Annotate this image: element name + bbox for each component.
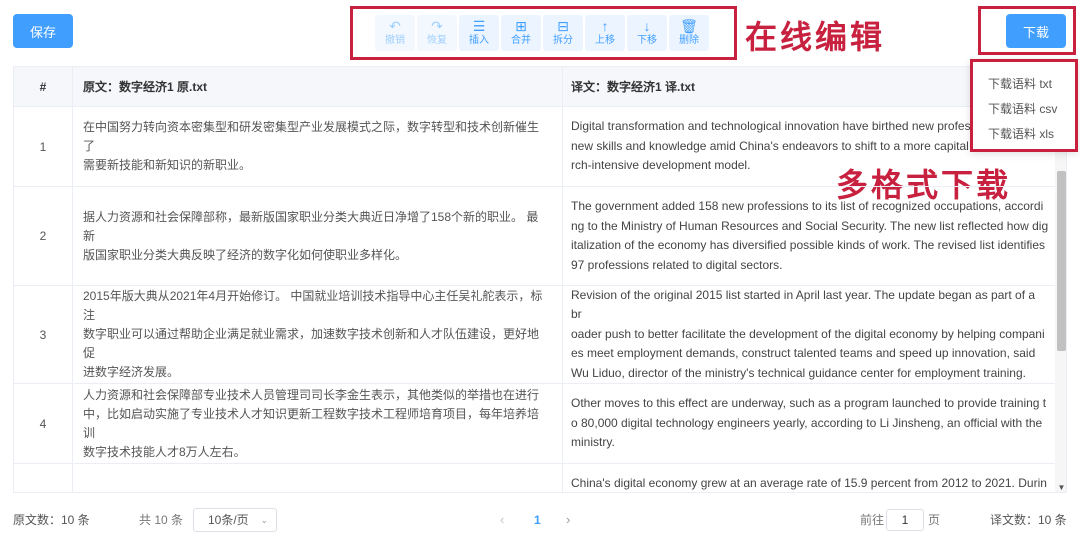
target-text-line: italization of the economy has diversifi… — [571, 238, 1046, 252]
target-text-line: ministry. — [571, 435, 615, 450]
online-edit-callout: 在线编辑 — [745, 19, 886, 55]
arrow-up-icon: ↑ — [601, 18, 609, 34]
target-text-line: rch-intensive development model. — [571, 158, 751, 173]
source-text-line: 数字职业可以通过帮助企业满足就业需求，加速数字技术创新和人才队伍建设，更好地促 — [83, 327, 540, 360]
source-text-line: 进数字经济发展。 — [83, 365, 180, 379]
redo-button[interactable]: ↷ 恢复 — [417, 15, 457, 51]
row-index: 1 — [14, 107, 73, 186]
row-index: 2 — [14, 187, 73, 285]
goto-suffix: 页 — [928, 513, 941, 527]
merge-button[interactable]: ⊞ 合并 — [501, 15, 541, 51]
target-text-line: 97 professions related to digital sector… — [571, 257, 783, 272]
target-text-line: The government added 158 new professions… — [571, 199, 1044, 213]
tool-label: 恢复 — [427, 35, 447, 46]
target-count: 译文数：10 条 — [990, 513, 1067, 527]
download-button[interactable]: 下载 — [1006, 14, 1066, 48]
source-cell[interactable]: 据人力资源和社会保障部称，最新版国家职业分类大典近日净增了158个新的职业。 最… — [73, 187, 563, 285]
tool-label: 上移 — [595, 35, 615, 46]
target-text-line: Other moves to this effect are underway,… — [571, 396, 1047, 411]
target-text-line: new skills and knowledge amid China's en… — [571, 138, 979, 153]
tool-label: 插入 — [469, 35, 489, 46]
target-text-line: Digital transformation and technological… — [571, 119, 977, 134]
tool-label: 合并 — [511, 35, 531, 46]
target-text-line: o 80,000 digital technology engineers ye… — [571, 415, 1043, 430]
prev-page-button[interactable]: ‹ — [500, 505, 504, 535]
target-text-line: es meet employment demands, construct ta… — [571, 346, 1036, 361]
undo-icon: ↶ — [389, 18, 401, 34]
page-size-select[interactable]: 10条/页 ⌄ — [193, 508, 277, 532]
goto-label: 前往 — [860, 513, 885, 527]
table-scrollbar[interactable]: ▼ — [1055, 107, 1066, 492]
merge-icon: ⊞ — [515, 18, 527, 34]
source-text-line: 在中国努力转向资本密集型和研发密集型产业发展模式之际，数字转型和技术创新催生了 — [83, 120, 540, 153]
tool-label: 删除 — [679, 35, 699, 46]
source-count: 原文数：10 条 — [13, 513, 90, 527]
edit-toolbar: ↶ 撤销 ↷ 恢复 ☰ 插入 ⊞ 合并 ⊟ 拆分 ↑ 上移 ↓ 下移 🗑 删除 — [350, 6, 737, 60]
trash-button[interactable]: 🗑 删除 — [669, 15, 709, 51]
table-row[interactable]: 4 人力资源和社会保障部专业技术人员管理司司长李金生表示，其他类似的举措也在进行中… — [14, 384, 1055, 464]
download-csv-option[interactable]: 下载语料 csv — [973, 97, 1075, 122]
page-number-1[interactable]: 1 — [534, 505, 541, 535]
tool-label: 下移 — [637, 35, 657, 46]
table-footer: 原文数：10 条 共 10 条 10条/页 ⌄ ‹ 1 › 前往 1 页 译文数… — [0, 505, 1080, 535]
source-text-line: 版国家职业分类大典反映了经济的数字化如何使职业多样化。 — [83, 247, 408, 262]
edit-tool-group: ↶ 撤销 ↷ 恢复 ☰ 插入 ⊞ 合并 ⊟ 拆分 ↑ 上移 ↓ 下移 🗑 删除 — [375, 15, 709, 51]
alignment-table: # 原文：数字经济1 原.txt 译文：数字经济1 译.txt 1 在中国努力转向… — [13, 66, 1067, 493]
download-dropdown: 下载语料 txt 下载语料 csv 下载语料 xls — [970, 59, 1078, 152]
source-cell[interactable]: 在中国努力转向资本密集型和研发密集型产业发展模式之际，数字转型和技术创新催生了需… — [73, 107, 563, 186]
insert-button[interactable]: ☰ 插入 — [459, 15, 499, 51]
page-size-value: 10条/页 — [208, 513, 249, 527]
source-text-line: 数字技术技能人才8万人左右。 — [83, 444, 246, 459]
source-cell[interactable]: 2015年版大典从2021年4月开始修订。 中国就业培训技术指导中心主任吴礼舵表… — [73, 286, 563, 383]
row-index — [14, 464, 73, 492]
table-row[interactable]: China's digital economy grew at an avera… — [14, 464, 1055, 492]
source-cell[interactable] — [73, 464, 563, 492]
header-source-file: 原文：数字经济1 原.txt — [73, 67, 563, 107]
tool-label: 拆分 — [553, 35, 573, 46]
arrow-down-button[interactable]: ↓ 下移 — [627, 15, 667, 51]
table-row[interactable]: 2 据人力资源和社会保障部称，最新版国家职业分类大典近日净增了158个新的职业。 … — [14, 187, 1055, 286]
table-row[interactable]: 3 2015年版大典从2021年4月开始修订。 中国就业培训技术指导中心主任吴礼舵… — [14, 286, 1055, 384]
download-txt-option[interactable]: 下载语料 txt — [973, 72, 1075, 97]
table-header: # 原文：数字经济1 原.txt 译文：数字经济1 译.txt — [14, 67, 1066, 107]
undo-button[interactable]: ↶ 撤销 — [375, 15, 415, 51]
split-icon: ⊟ — [557, 18, 569, 34]
target-text-line: Wu Liduo, director of the ministry's tec… — [571, 365, 1026, 380]
target-cell[interactable]: The government added 158 new professions… — [563, 187, 1055, 285]
row-index: 3 — [14, 286, 73, 383]
chevron-down-icon: ⌄ — [260, 515, 268, 525]
source-text-line: 中，比如启动实施了专业技术人才知识更新工程数字技术工程师培育项目，每年培养培训 — [83, 406, 540, 440]
scrollbar-thumb[interactable] — [1057, 171, 1066, 351]
scroll-down-arrow-icon[interactable]: ▼ — [1055, 483, 1066, 492]
redo-icon: ↷ — [431, 18, 443, 34]
save-button[interactable]: 保存 — [13, 14, 73, 48]
target-text-line: Revision of the original 2015 list start… — [571, 287, 1036, 322]
source-text-line: 据人力资源和社会保障部称，最新版国家职业分类大典近日净增了158个新的职业。 最… — [83, 209, 539, 243]
goto-page-input[interactable]: 1 — [886, 509, 924, 531]
split-button[interactable]: ⊟ 拆分 — [543, 15, 583, 51]
source-cell[interactable]: 人力资源和社会保障部专业技术人员管理司司长李金生表示，其他类似的举措也在进行中，… — [73, 384, 563, 463]
insert-icon: ☰ — [472, 18, 486, 34]
source-text-line: 2015年版大典从2021年4月开始修订。 中国就业培训技术指导中心主任吴礼舵表… — [83, 289, 543, 322]
arrow-up-button[interactable]: ↑ 上移 — [585, 15, 625, 51]
row-index: 4 — [14, 384, 73, 463]
source-text-line: 人力资源和社会保障部专业技术人员管理司司长李金生表示，其他类似的举措也在进行 — [83, 387, 540, 402]
target-text-line: oader push to better facilitate the deve… — [571, 326, 1045, 341]
header-index: # — [14, 67, 73, 107]
tool-label: 撤销 — [385, 35, 405, 46]
target-cell[interactable]: China's digital economy grew at an avera… — [563, 464, 1055, 492]
download-xls-option[interactable]: 下载语料 xls — [973, 122, 1075, 147]
next-page-button[interactable]: › — [566, 505, 570, 535]
target-cell[interactable]: Revision of the original 2015 list start… — [563, 286, 1055, 383]
target-cell[interactable]: Other moves to this effect are underway,… — [563, 384, 1055, 463]
table-row[interactable]: 1 在中国努力转向资本密集型和研发密集型产业发展模式之际，数字转型和技术创新催生了… — [14, 107, 1055, 187]
pagination-total: 共 10 条 — [139, 513, 184, 527]
target-text-line: China's digital economy grew at an avera… — [571, 476, 1047, 490]
source-text-line: 需要新技能和新知识的新职业。 — [83, 158, 252, 172]
trash-icon: 🗑 — [680, 18, 698, 34]
target-text-line: ng to the Ministry of Human Resources an… — [571, 218, 1049, 233]
arrow-down-icon: ↓ — [643, 18, 651, 34]
